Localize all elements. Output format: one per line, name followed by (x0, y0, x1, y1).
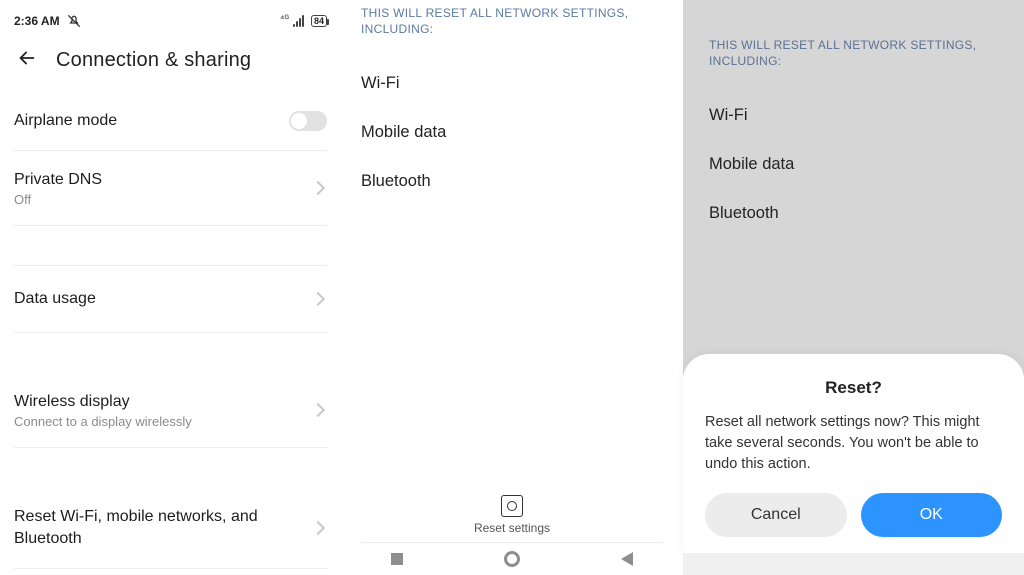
chevron-right-icon (311, 521, 325, 535)
chevron-right-icon (311, 292, 325, 306)
android-nav-bar (341, 543, 683, 575)
list-item: Bluetooth (709, 189, 998, 238)
back-icon[interactable] (16, 47, 38, 74)
chromebook-row[interactable]: Chromebook Your phone is not linked to a… (14, 569, 327, 575)
android-nav-bar (683, 553, 1024, 575)
airplane-mode-row[interactable]: Airplane mode (14, 92, 327, 151)
airplane-mode-toggle[interactable] (289, 111, 327, 131)
row-title: Private DNS (14, 169, 102, 191)
reset-network-screen: THIS WILL RESET ALL NETWORK SETTINGS, IN… (341, 0, 683, 575)
list-item: Mobile data (361, 108, 663, 157)
wireless-display-row[interactable]: Wireless display Connect to a display wi… (14, 373, 327, 449)
row-subtitle: Off (14, 192, 102, 207)
title-bar: Connection & sharing (14, 35, 327, 92)
reset-button-label: Reset settings (474, 521, 550, 535)
section-header: THIS WILL RESET ALL NETWORK SETTINGS, IN… (361, 6, 663, 37)
row-title: Reset Wi-Fi, mobile networks, and Blueto… (14, 506, 264, 549)
reset-network-row[interactable]: Reset Wi-Fi, mobile networks, and Blueto… (14, 488, 327, 568)
row-subtitle: Connect to a display wirelessly (14, 414, 192, 429)
section-header: THIS WILL RESET ALL NETWORK SETTINGS, IN… (709, 38, 998, 69)
chevron-right-icon (311, 181, 325, 195)
data-usage-row[interactable]: Data usage (14, 266, 327, 333)
reset-icon (501, 495, 523, 517)
chevron-right-icon (311, 403, 325, 417)
cellular-signal-icon (293, 15, 307, 27)
network-type-icon: ⁴ᴳ (280, 13, 289, 23)
private-dns-row[interactable]: Private DNS Off (14, 151, 327, 227)
confirm-dialog: Reset? Reset all network settings now? T… (683, 354, 1024, 553)
list-item: Wi-Fi (709, 91, 998, 140)
back-button[interactable] (621, 552, 633, 566)
list-item: Wi-Fi (361, 59, 663, 108)
cancel-button[interactable]: Cancel (705, 493, 847, 537)
section-gap (14, 448, 327, 488)
settings-connection-screen: 2:36 AM ⁴ᴳ 84 Connection & s (0, 0, 341, 575)
status-time: 2:36 AM (14, 14, 60, 28)
dialog-title: Reset? (705, 378, 1002, 398)
row-title: Airplane mode (14, 110, 117, 132)
row-title: Wireless display (14, 391, 192, 413)
reset-settings-button[interactable]: Reset settings (341, 495, 683, 535)
battery-icon: 84 (311, 15, 327, 27)
list-item: Bluetooth (361, 157, 663, 206)
page-title: Connection & sharing (56, 49, 251, 72)
status-bar: 2:36 AM ⁴ᴳ 84 (14, 7, 327, 35)
ok-button[interactable]: OK (861, 493, 1003, 537)
section-gap (14, 226, 327, 266)
row-title: Data usage (14, 288, 96, 310)
mute-bell-icon (66, 13, 82, 29)
home-button[interactable] (504, 551, 520, 567)
list-item: Mobile data (709, 140, 998, 189)
section-gap (14, 333, 327, 373)
dialog-message: Reset all network settings now? This mig… (705, 412, 1002, 475)
reset-confirm-screen: THIS WILL RESET ALL NETWORK SETTINGS, IN… (683, 0, 1024, 575)
recent-apps-button[interactable] (391, 553, 403, 565)
